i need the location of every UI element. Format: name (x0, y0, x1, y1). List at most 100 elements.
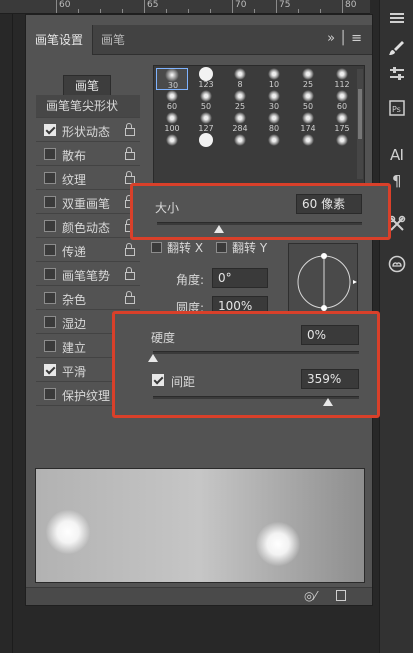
brush-preset[interactable] (258, 134, 290, 156)
splatter-brush-icon (200, 90, 212, 102)
brush-preset[interactable]: 127 (190, 112, 222, 134)
brush-preset-size: 284 (232, 124, 248, 133)
hardness-label: 硬度 (151, 331, 176, 345)
right-toolbar: Ps A ¶ (379, 0, 413, 653)
splatter-brush-icon (234, 90, 246, 102)
menu-icon[interactable] (385, 6, 409, 30)
lock-icon[interactable] (124, 267, 135, 280)
creative-cloud-icon[interactable] (385, 252, 409, 276)
stroke-preview (35, 468, 365, 583)
svg-text:Ps: Ps (392, 105, 401, 114)
angle-input[interactable]: 0° (212, 268, 268, 288)
list-item-dual-brush[interactable]: 双重画笔 (36, 191, 140, 214)
ruler-mark: 80 (345, 0, 357, 10)
lock-icon[interactable] (124, 123, 135, 136)
list-item-shape-dynamics[interactable]: 形状动态 (36, 119, 140, 142)
brush-preset[interactable] (190, 133, 222, 156)
wet-edges-checkbox[interactable] (44, 316, 56, 328)
list-item-texture[interactable]: 纹理 (36, 167, 140, 190)
brush-dab (256, 522, 300, 566)
brush-preset-size: 30 (268, 102, 280, 111)
brush-preset[interactable] (326, 134, 358, 156)
lock-icon[interactable] (124, 243, 135, 256)
protect-texture-checkbox[interactable] (44, 388, 56, 400)
noise-checkbox[interactable] (44, 292, 56, 304)
smoothing-checkbox[interactable] (44, 364, 56, 376)
brush-preset-size: 50 (302, 102, 314, 111)
brush-preset-size: 60 (166, 102, 178, 111)
brush-preset[interactable]: 80 (258, 112, 290, 134)
scattering-checkbox[interactable] (44, 148, 56, 160)
dual-brush-checkbox[interactable] (44, 196, 56, 208)
hardness-slider-thumb[interactable] (148, 354, 158, 362)
list-item-color-dynamics[interactable]: 颜色动态 (36, 215, 140, 238)
lock-icon[interactable] (124, 147, 135, 160)
brush-preset[interactable]: 60 (326, 90, 358, 112)
ruler-mark: 65 (147, 0, 159, 10)
brush-preset[interactable]: 50 (292, 90, 324, 112)
flip-y-checkbox[interactable] (216, 242, 227, 253)
spacing-input[interactable]: 359% (301, 369, 359, 389)
spacing-slider-thumb[interactable] (323, 398, 334, 406)
size-slider-thumb[interactable] (213, 225, 224, 233)
lock-icon[interactable] (124, 171, 135, 184)
texture-checkbox[interactable] (44, 172, 56, 184)
photoshop-icon[interactable]: Ps (385, 96, 409, 120)
size-input[interactable]: 60 像素 (296, 194, 362, 214)
eye-pen-icon[interactable]: ◎⁄ (304, 589, 316, 603)
brush-preset-size: 25 (302, 80, 314, 89)
brush-preset[interactable]: 175 (326, 112, 358, 134)
flip-x-label: 翻转 X (167, 241, 204, 255)
brush-settings-panel: 画笔设置 画笔 » │ ≡ 画笔 画笔笔尖形状 形状动态 散布 纹理 双重画笔 (25, 14, 391, 606)
brush-preset[interactable]: 174 (292, 112, 324, 134)
size-slider-track[interactable] (157, 222, 362, 225)
double-chevron-right-icon[interactable]: » │ ≡ (327, 31, 362, 46)
shape-dynamics-checkbox[interactable] (44, 124, 56, 136)
brush-preset[interactable]: 10 (258, 68, 290, 90)
tab-brushes[interactable]: 画笔 (92, 25, 134, 55)
brush-preset[interactable]: 123 (190, 67, 222, 90)
list-item-label: 建立 (62, 341, 87, 355)
brush-preset[interactable] (224, 134, 256, 156)
list-item-scattering[interactable]: 散布 (36, 143, 140, 166)
brush-preset[interactable]: 112 (326, 68, 358, 90)
brush-preset[interactable]: 25 (292, 68, 324, 90)
preset-grid-scrollbar[interactable] (357, 69, 363, 179)
transfer-checkbox[interactable] (44, 244, 56, 256)
angle-roundness-widget[interactable] (288, 243, 358, 319)
splatter-brush-icon (302, 134, 314, 146)
build-up-checkbox[interactable] (44, 340, 56, 352)
splatter-brush-icon (166, 134, 178, 146)
list-item-brush-pose[interactable]: 画笔笔势 (36, 263, 140, 286)
list-item-noise[interactable]: 杂色 (36, 287, 140, 310)
hardness-slider-track[interactable] (153, 351, 359, 354)
flip-y-label: 翻转 Y (232, 241, 268, 255)
color-dynamics-checkbox[interactable] (44, 220, 56, 232)
list-item-label: 形状动态 (62, 125, 111, 139)
brush-preset[interactable]: 100 (156, 112, 188, 134)
brush-preset[interactable]: 30 (258, 90, 290, 112)
brush-preset[interactable]: 60 (156, 90, 188, 112)
flip-x-checkbox[interactable] (151, 242, 162, 253)
lock-icon[interactable] (124, 291, 135, 304)
brush-preset[interactable] (292, 134, 324, 156)
brush-preset[interactable]: 50 (190, 90, 222, 112)
paragraph-text-icon[interactable]: A (385, 142, 409, 166)
hardness-input[interactable]: 0% (301, 325, 359, 345)
brush-presets-button[interactable]: 画笔 (63, 75, 111, 97)
svg-text:¶: ¶ (392, 172, 402, 190)
brush-preset[interactable]: 25 (224, 90, 256, 112)
brush-preset[interactable]: 8 (224, 68, 256, 90)
brush-pose-checkbox[interactable] (44, 268, 56, 280)
tab-brush-settings[interactable]: 画笔设置 (26, 25, 94, 55)
list-item-brush-tip-shape[interactable]: 画笔笔尖形状 (36, 95, 140, 118)
brush-preset[interactable] (156, 134, 188, 156)
brush-preset[interactable]: 30 (156, 68, 188, 90)
adjustments-icon[interactable] (385, 62, 409, 86)
brush-preset-size: 60 (336, 102, 348, 111)
list-item-transfer[interactable]: 传递 (36, 239, 140, 262)
brush-icon[interactable] (385, 36, 409, 60)
new-preset-icon[interactable] (336, 590, 346, 601)
spacing-checkbox[interactable] (152, 374, 164, 386)
brush-preset[interactable]: 284 (224, 112, 256, 134)
